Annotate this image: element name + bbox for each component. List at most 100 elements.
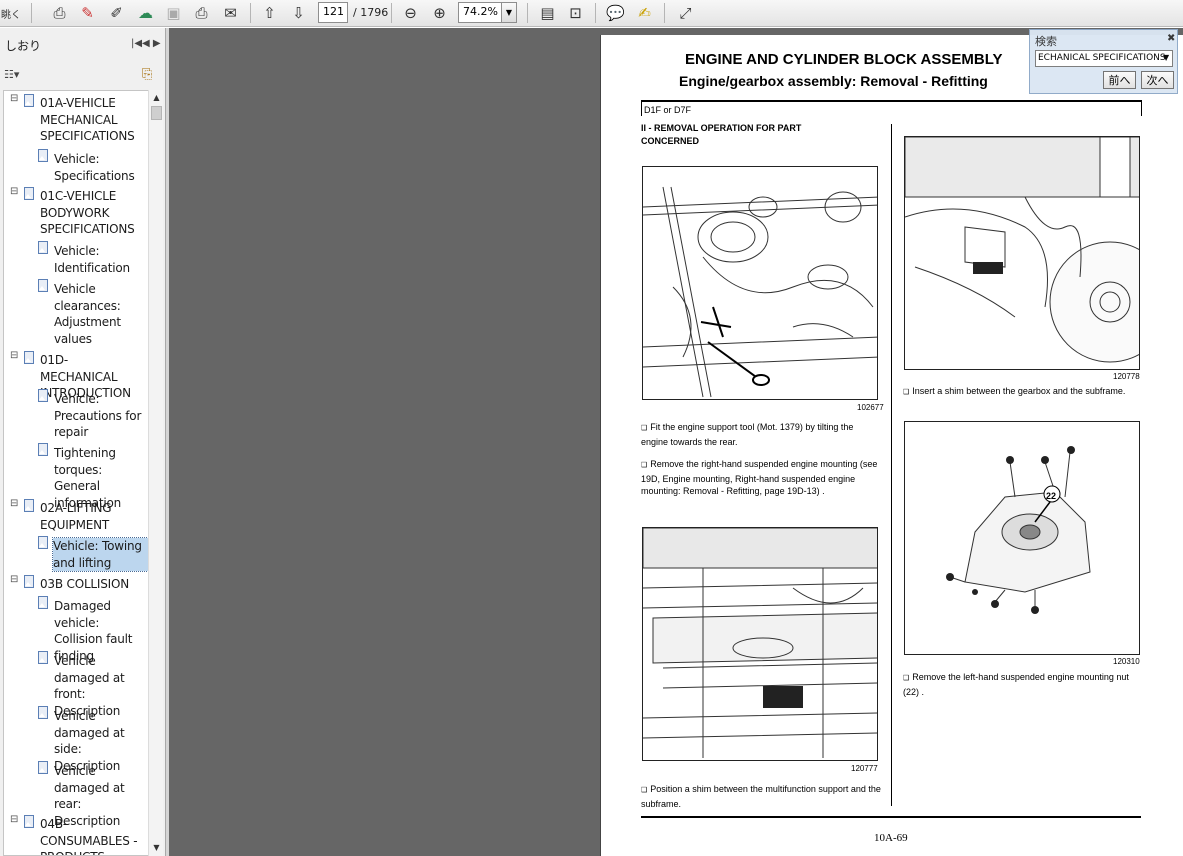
previous-page-icon[interactable]: ⇧: [258, 2, 281, 24]
gearbox-illustration: [905, 137, 1139, 363]
bookmark-item[interactable]: 03B COLLISION: [40, 576, 145, 593]
bookmark-icon: [38, 241, 48, 254]
search-input[interactable]: ECHANICAL SPECIFICATIONS: [1035, 50, 1173, 67]
print-icon[interactable]: ⎙: [190, 2, 213, 24]
scroll-up-icon[interactable]: ▲: [149, 90, 164, 104]
options-menu-icon[interactable]: ☷▾: [4, 68, 19, 81]
instruction-step: Remove the right-hand suspended engine m…: [641, 458, 881, 498]
bookmark-icon: [38, 389, 48, 402]
bookmark-item[interactable]: Vehicle: Precautions for repair: [54, 391, 148, 441]
toolbar-separator: [664, 3, 665, 23]
bookmark-scrollbar[interactable]: ▲ ▼: [148, 90, 163, 856]
page-subtitle: Engine/gearbox assembly: Removal - Refit…: [679, 73, 988, 89]
expand-icon[interactable]: ⤢: [674, 2, 697, 24]
bookmark-item[interactable]: Vehicle: Specifications: [54, 151, 148, 184]
toolbar-separator: [391, 3, 392, 23]
bookmark-item[interactable]: Vehicle: Identification: [54, 243, 148, 276]
bookmark-item[interactable]: 02A-LIFTING EQUIPMENT: [40, 500, 145, 533]
bookmarks-title: しおり: [5, 39, 42, 53]
stamp-icon[interactable]: ✎: [76, 2, 99, 24]
zoom-level-input[interactable]: 74.2%: [458, 2, 502, 23]
save-icon[interactable]: ▣: [162, 2, 185, 24]
next-page-icon[interactable]: ⇩: [287, 2, 310, 24]
figure-multifunction-support: [642, 527, 878, 761]
comment-icon[interactable]: 💬: [604, 2, 627, 24]
toolbar-separator: [595, 3, 596, 23]
page-title: ENGINE AND CYLINDER BLOCK ASSEMBLY: [685, 51, 1003, 68]
toolbar-separator: [250, 3, 251, 23]
bookmark-icon: [38, 149, 48, 162]
callout-label: 22: [1046, 491, 1057, 501]
figure-number: 120778: [1113, 372, 1140, 381]
email-icon[interactable]: ✉: [219, 2, 242, 24]
fit-width-icon[interactable]: ⊡: [564, 2, 587, 24]
bookmark-item[interactable]: 01C-VEHICLE BODYWORK SPECIFICATIONS: [40, 188, 145, 238]
collapse-icon[interactable]: ⊟: [10, 814, 18, 825]
instruction-step: Remove the left-hand suspended engine mo…: [903, 671, 1143, 698]
highlight-icon[interactable]: ✍: [633, 2, 656, 24]
scroll-down-icon[interactable]: ▼: [149, 840, 164, 854]
figure-gearbox-shim: [904, 136, 1140, 370]
search-title: 検索: [1035, 35, 1057, 48]
page-number: 10A-69: [874, 832, 908, 844]
fit-page-icon[interactable]: ▤: [536, 2, 559, 24]
close-icon[interactable]: ✖: [1167, 33, 1175, 44]
mounting-bracket-illustration: [946, 446, 1091, 614]
figure-number: 120777: [851, 764, 878, 773]
page-number-input[interactable]: 121: [318, 2, 348, 23]
chevron-down-icon[interactable]: ▼: [1163, 53, 1169, 62]
footer-rule: [641, 816, 1141, 818]
page-total: / 1796: [353, 6, 389, 19]
collapse-icon[interactable]: ⊟: [10, 498, 18, 509]
toolbar-separator: [527, 3, 528, 23]
bookmark-item[interactable]: 01A-VEHICLE MECHANICAL SPECIFICATIONS: [40, 95, 145, 145]
zoom-dropdown-icon[interactable]: ▼: [501, 2, 517, 23]
figure-engine-mounting-nut: 22: [904, 421, 1140, 655]
zoom-in-icon[interactable]: ⊕: [428, 2, 451, 24]
edit-icon[interactable]: ✐: [105, 2, 128, 24]
bookmark-icon: [38, 761, 48, 774]
column-divider: [891, 124, 892, 806]
bookmark-icon: [24, 815, 34, 828]
search-panel: 検索 ✖ ECHANICAL SPECIFICATIONS ▼ 前へ 次へ: [1029, 29, 1178, 94]
instruction-step: Insert a shim between the gearbox and th…: [903, 385, 1143, 400]
scroll-thumb[interactable]: [151, 106, 162, 120]
bookmark-icon: [38, 279, 48, 292]
bookmark-item[interactable]: 04B-CONSUMABLES - PRODUCTS: [40, 816, 148, 855]
collapse-icon[interactable]: ⊟: [10, 93, 18, 104]
toolbar: 眺く ⎙ ✎ ✐ ☁ ▣ ⎙ ✉ ⇧ ⇩ 121 / 1796 ⊖ ⊕ 74.2…: [0, 0, 1183, 27]
collapse-icon[interactable]: ⊟: [10, 574, 18, 585]
back-icon[interactable]: 眺く: [0, 2, 22, 24]
upload-icon[interactable]: ☁: [134, 2, 157, 24]
zoom-out-icon[interactable]: ⊖: [399, 2, 422, 24]
bookmark-icon: [38, 536, 48, 549]
bookmark-icon: [24, 351, 34, 364]
figure-number: 120310: [1113, 657, 1140, 666]
section-heading: II - REMOVAL OPERATION FOR PART CONCERNE…: [641, 123, 802, 146]
engine-bay-illustration: [643, 186, 877, 398]
code-box-right: [1141, 102, 1142, 116]
bookmark-icon: [24, 187, 34, 200]
collapse-icon[interactable]: ⊟: [10, 350, 18, 361]
subframe-illustration: [643, 528, 877, 758]
bookmark-icon: [38, 651, 48, 664]
figure-engine-support-tool: [642, 166, 878, 400]
engine-code: D1F or D7F: [644, 105, 692, 115]
previous-result-button[interactable]: 前へ: [1103, 71, 1136, 89]
next-result-button[interactable]: 次へ: [1141, 71, 1174, 89]
collapse-icon[interactable]: ⊟: [10, 186, 18, 197]
figure-number: 102677: [857, 403, 884, 412]
bookmark-tree: ⊟ 01A-VEHICLE MECHANICAL SPECIFICATIONS …: [3, 90, 149, 856]
panel-controls[interactable]: |◀◀ ▶: [131, 38, 161, 49]
new-bookmark-icon[interactable]: ⎘: [142, 67, 152, 82]
toolbar-separator: [31, 3, 32, 23]
bookmark-icon: [24, 94, 34, 107]
bookmark-icon: [24, 575, 34, 588]
create-pdf-icon[interactable]: ⎙: [48, 2, 71, 24]
bookmark-item[interactable]: Vehicle clearances: Adjustment values: [54, 281, 148, 347]
pdf-page: ENGINE AND CYLINDER BLOCK ASSEMBLY Engin…: [600, 35, 1183, 856]
header-rule: [641, 100, 1142, 102]
instruction-step: Position a shim between the multifunctio…: [641, 783, 881, 810]
bookmark-item-selected[interactable]: Vehicle: Towing and lifting: [52, 536, 148, 573]
bookmark-icon: [38, 596, 48, 609]
